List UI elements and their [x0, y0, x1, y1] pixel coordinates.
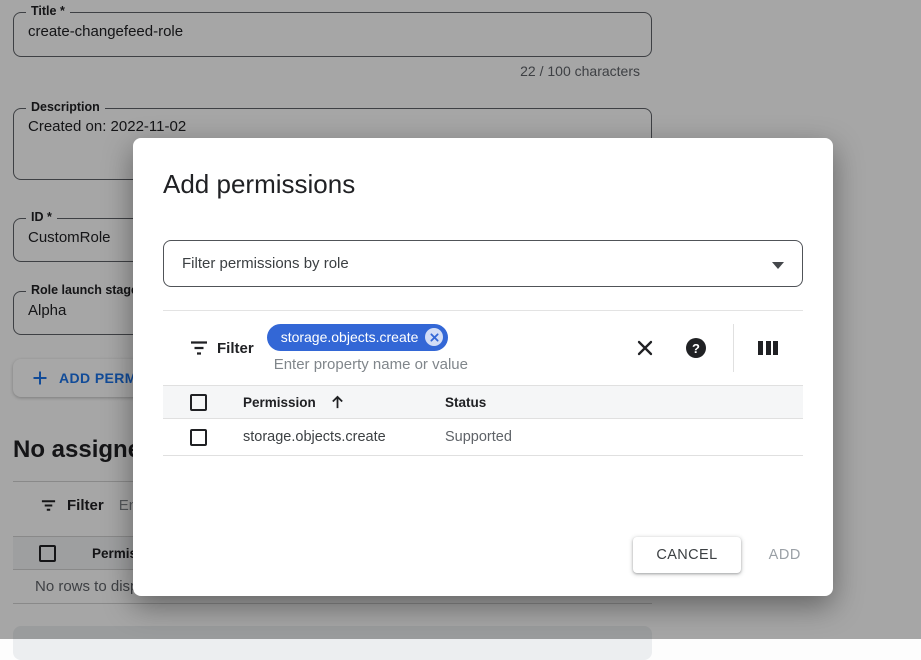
column-display-options-button[interactable] [756, 339, 780, 357]
select-all-checkbox[interactable] [190, 394, 207, 411]
help-button[interactable]: ? [684, 336, 708, 360]
status-column-header[interactable]: Status [445, 395, 486, 410]
add-button[interactable]: ADD [765, 537, 805, 573]
table-row[interactable]: storage.objects.create Supported [163, 419, 803, 456]
status-cell: Supported [445, 429, 512, 445]
sort-ascending-icon[interactable] [330, 394, 345, 410]
row-checkbox[interactable] [190, 429, 207, 446]
close-icon [635, 338, 655, 358]
filter-chip[interactable]: storage.objects.create [267, 324, 449, 351]
clear-filter-button[interactable] [633, 336, 657, 360]
add-permissions-dialog: Add permissions Filter permissions by ro… [133, 138, 833, 596]
dropdown-arrow-icon [772, 262, 784, 269]
filter-icon [190, 340, 208, 356]
filter-input-placeholder[interactable]: Enter property name or value [267, 356, 633, 373]
cancel-button[interactable]: CANCEL [633, 537, 740, 573]
dialog-title: Add permissions [163, 169, 803, 200]
filter-input-area[interactable]: storage.objects.create Enter property na… [267, 324, 633, 373]
chip-remove-icon[interactable] [425, 328, 443, 346]
filter-chip-label: storage.objects.create [281, 329, 419, 345]
toolbar-divider [733, 324, 734, 372]
dialog-footer: CANCEL ADD [633, 537, 805, 573]
permissions-filter-toolbar: Filter storage.objects.create Enter prop… [163, 310, 803, 385]
permissions-table-header: Permission Status [163, 385, 803, 419]
permission-cell: storage.objects.create [243, 429, 386, 445]
toolbar-icons: ? [633, 324, 803, 372]
filter-permissions-by-role-select[interactable]: Filter permissions by role [163, 240, 803, 287]
role-select-placeholder: Filter permissions by role [182, 255, 349, 272]
help-icon: ? [686, 338, 706, 358]
columns-icon [758, 341, 778, 355]
filter-label: Filter [217, 340, 254, 357]
permission-column-header[interactable]: Permission [243, 395, 316, 410]
filter-button[interactable]: Filter [190, 340, 254, 357]
